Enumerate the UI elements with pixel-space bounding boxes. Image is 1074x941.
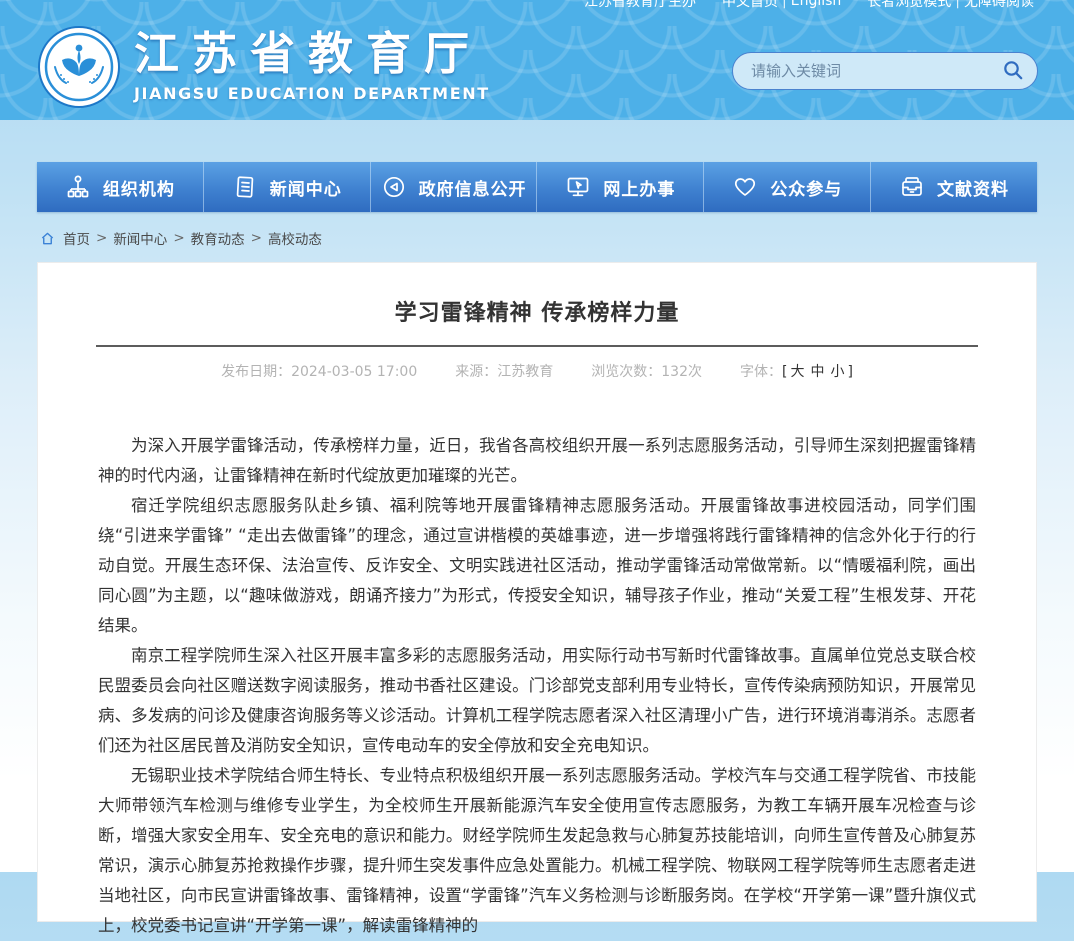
title-divider — [96, 345, 978, 347]
nav-label: 文献资料 — [937, 175, 1009, 200]
nav-item-online-services[interactable]: 网上办事 — [537, 162, 704, 212]
font-size-large-button[interactable]: 大 — [790, 364, 804, 380]
topbar-link-chinese-home[interactable]: 中文首页 — [722, 0, 778, 11]
article-paragraph: 无锡职业技术学院结合师生特长、专业特点积极组织开展一系列志愿服务活动。学校汽车与… — [98, 761, 976, 941]
view-count: 浏览次数：132次 — [591, 361, 702, 381]
search-input[interactable] — [751, 62, 1001, 80]
topbar-separator: | — [782, 0, 787, 9]
info-disclosure-icon — [381, 174, 407, 200]
nav-item-news-center[interactable]: 新闻中心 — [204, 162, 371, 212]
nav-label: 公众参与 — [770, 175, 842, 200]
article-paragraph: 南京工程学院师生深入社区开展丰富多彩的志愿服务活动，用实际行动书写新时代雷锋故事… — [98, 641, 976, 761]
site-header: 江苏省教育厅主办 中文首页 | English 长者浏览模式 | 无障碍阅读 — [0, 0, 1074, 120]
breadcrumb-separator: > — [96, 230, 107, 246]
nav-item-organization[interactable]: 组织机构 — [37, 162, 204, 212]
org-chart-icon — [65, 174, 91, 200]
search-icon — [1001, 58, 1025, 85]
article-paragraph: 为深入开展学雷锋活动，传承榜样力量，近日，我省各高校组织开展一系列志愿服务活动，… — [98, 431, 976, 491]
archive-icon — [899, 174, 925, 200]
topbar-separator: | — [955, 0, 960, 9]
font-size-control: 字体：[大中小] — [740, 361, 853, 381]
breadcrumb-item-news-center[interactable]: 新闻中心 — [113, 228, 167, 248]
nav-label: 组织机构 — [103, 175, 175, 200]
search-button[interactable] — [1001, 58, 1025, 85]
site-logo-and-title[interactable]: 江苏省教育厅 JIANGSU EDUCATION DEPARTMENT — [38, 26, 490, 108]
font-size-small-button[interactable]: 小 — [830, 364, 844, 380]
breadcrumb: 首页 > 新闻中心 > 教育动态 > 高校动态 — [40, 228, 322, 248]
site-title-english: JIANGSU EDUCATION DEPARTMENT — [134, 84, 490, 103]
article-meta: 发布日期：2024-03-05 17:00 来源：江苏教育 浏览次数：132次 … — [38, 361, 1036, 381]
breadcrumb-item-education-trends[interactable]: 教育动态 — [191, 228, 245, 248]
breadcrumb-item-home[interactable]: 首页 — [63, 228, 90, 248]
topbar-links: 江苏省教育厅主办 中文首页 | English 长者浏览模式 | 无障碍阅读 — [584, 0, 1034, 11]
site-title: 江苏省教育厅 — [134, 26, 490, 82]
topbar-link-elder-mode[interactable]: 长者浏览模式 — [867, 0, 951, 11]
news-doc-icon — [232, 174, 258, 200]
breadcrumb-item-university-trends[interactable]: 高校动态 — [268, 228, 322, 248]
breadcrumb-separator: > — [251, 230, 262, 246]
article-title: 学习雷锋精神 传承榜样力量 — [38, 295, 1036, 327]
online-service-icon — [565, 174, 591, 200]
nav-label: 新闻中心 — [270, 175, 342, 200]
heart-icon — [732, 174, 758, 200]
publish-date: 发布日期：2024-03-05 17:00 — [221, 361, 417, 381]
education-department-logo-icon — [38, 26, 120, 108]
nav-label: 网上办事 — [603, 175, 675, 200]
topbar-link-host[interactable]: 江苏省教育厅主办 — [584, 0, 696, 11]
home-icon — [40, 231, 55, 246]
site-search — [732, 52, 1038, 90]
topbar-link-english[interactable]: English — [791, 0, 842, 9]
font-size-medium-button[interactable]: 中 — [810, 364, 824, 380]
article-card: 学习雷锋精神 传承榜样力量 发布日期：2024-03-05 17:00 来源：江… — [37, 262, 1037, 922]
article-source: 来源：江苏教育 — [455, 361, 553, 381]
article-paragraph: 宿迁学院组织志愿服务队赴乡镇、福利院等地开展雷锋精神志愿服务活动。开展雷锋故事进… — [98, 491, 976, 641]
nav-label: 政府信息公开 — [419, 175, 527, 200]
topbar-link-accessibility[interactable]: 无障碍阅读 — [964, 0, 1034, 11]
article-body: 为深入开展学雷锋活动，传承榜样力量，近日，我省各高校组织开展一系列志愿服务活动，… — [98, 431, 976, 941]
nav-item-public-participation[interactable]: 公众参与 — [704, 162, 871, 212]
breadcrumb-separator: > — [173, 230, 184, 246]
main-navigation: 组织机构 新闻中心 政府信息公开 — [37, 162, 1037, 212]
nav-item-gov-info-disclosure[interactable]: 政府信息公开 — [371, 162, 538, 212]
nav-item-documents[interactable]: 文献资料 — [871, 162, 1037, 212]
